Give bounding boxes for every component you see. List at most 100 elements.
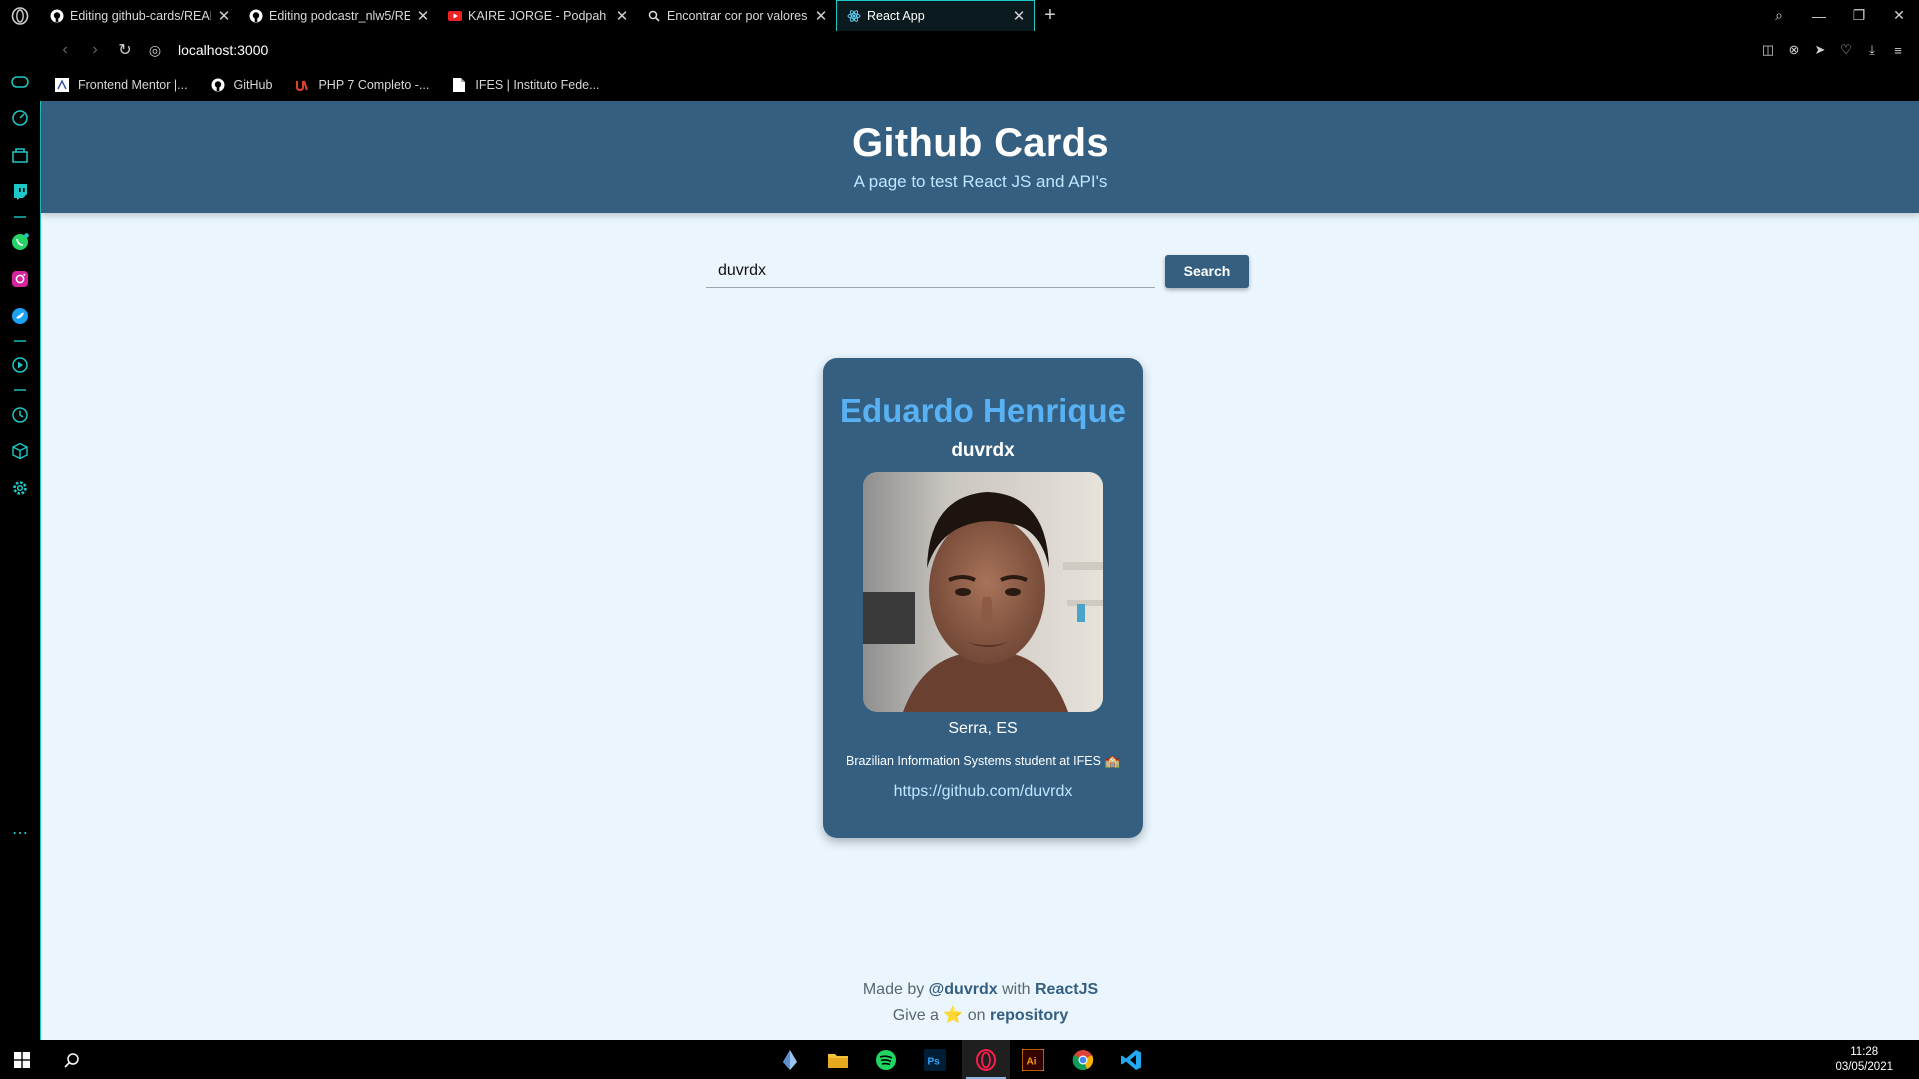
browser-tab[interactable]: Editing github-cards/READ ✕ — [40, 0, 239, 31]
tab-title: React App — [867, 9, 925, 23]
windows-taskbar: Ps Ai 11:28 03/05/2021 — [0, 1040, 1919, 1079]
bookmark-label: GitHub — [233, 78, 273, 92]
close-tab-icon[interactable]: ✕ — [615, 7, 629, 25]
opera-gx-icon[interactable] — [974, 1048, 998, 1072]
close-tab-icon[interactable]: ✕ — [814, 7, 828, 25]
opera-sidebar: ⋯ — [0, 31, 40, 1040]
globe-icon: ◎ — [148, 41, 162, 58]
player-icon[interactable] — [10, 355, 30, 375]
history-icon[interactable] — [10, 405, 30, 425]
settings-gear-icon[interactable] — [10, 478, 30, 498]
vscode-icon[interactable] — [1119, 1048, 1143, 1072]
spotify-icon[interactable] — [874, 1048, 898, 1072]
bookmark-php[interactable]: PHP 7 Completo -... — [294, 77, 429, 93]
browser-tab[interactable]: KAIRE JORGE - Podpah #10 ✕ — [438, 0, 637, 31]
url-field[interactable]: localhost:3000 — [178, 42, 268, 58]
bookmark-label: Frontend Mentor |... — [78, 78, 188, 92]
browser-tab[interactable]: Editing podcastr_nlw5/REA ✕ — [239, 0, 438, 31]
opera-menu-button[interactable] — [0, 0, 40, 31]
gaming-controller-icon[interactable] — [10, 72, 30, 92]
easy-setup-icon[interactable]: ≡ — [1885, 43, 1911, 58]
search-tabs-icon[interactable]: ⌕ — [1759, 7, 1799, 24]
reload-icon[interactable]: ↻ — [110, 40, 140, 60]
udemy-icon — [294, 77, 310, 93]
browser-tab-active[interactable]: React App ✕ — [836, 0, 1035, 31]
bookmark-github[interactable]: GitHub — [210, 77, 273, 93]
back-icon[interactable]: ‹ — [50, 41, 80, 59]
close-tab-icon[interactable]: ✕ — [217, 7, 231, 25]
send-icon[interactable]: ➤ — [1807, 42, 1833, 58]
user-name: Eduardo Henrique — [839, 392, 1127, 429]
heart-icon[interactable]: ♡ — [1833, 42, 1859, 58]
svg-text:Ai: Ai — [1027, 1057, 1037, 1068]
opera-logo-icon — [11, 6, 29, 25]
sidebar-separator — [14, 340, 26, 342]
bookmarks-bar: Frontend Mentor |... GitHub PHP 7 Comple… — [40, 69, 1919, 101]
search-button[interactable]: Search — [1165, 254, 1249, 288]
twitter-icon[interactable] — [10, 306, 30, 326]
close-tab-icon[interactable]: ✕ — [1012, 7, 1026, 25]
speed-dial-icon[interactable] — [10, 108, 30, 128]
site-header: Github Cards A page to test React JS and… — [41, 101, 1919, 213]
whatsapp-icon[interactable] — [10, 232, 30, 252]
reactjs-link[interactable]: ReactJS — [1035, 981, 1098, 998]
author-link[interactable]: @duvrdx — [929, 981, 998, 998]
tab-title: Editing podcastr_nlw5/REA — [269, 8, 410, 23]
bookmark-label: PHP 7 Completo -... — [318, 78, 430, 92]
user-bio: Brazilian Information Systems student at… — [823, 754, 1143, 769]
new-tab-button[interactable]: + — [1035, 0, 1065, 31]
address-bar: ‹ › ↻ ◎ localhost:3000 ◫ ⊗ ➤ ♡ ⤓ ≡ — [40, 31, 1919, 69]
forward-icon[interactable]: › — [80, 41, 110, 59]
twitch-icon[interactable] — [10, 182, 30, 202]
restore-icon[interactable]: ❐ — [1839, 7, 1879, 24]
close-window-icon[interactable]: ✕ — [1879, 7, 1919, 24]
more-dots-icon[interactable]: ⋯ — [10, 823, 30, 843]
sidebar-separator — [14, 216, 26, 218]
user-login: duvrdx — [951, 440, 1015, 461]
download-icon[interactable]: ⤓ — [1859, 42, 1885, 58]
browser-tab[interactable]: Encontrar cor por valores h ✕ — [637, 0, 836, 31]
tab-title: KAIRE JORGE - Podpah #10 — [468, 8, 609, 23]
minimize-icon[interactable]: — — [1799, 8, 1839, 24]
photoshop-icon[interactable]: Ps — [923, 1048, 947, 1072]
svg-text:Ps: Ps — [928, 1057, 941, 1068]
illustrator-icon[interactable]: Ai — [1021, 1048, 1045, 1072]
document-icon — [451, 77, 467, 93]
close-tab-icon[interactable]: ✕ — [416, 7, 430, 25]
clock-date: 03/05/2021 — [1835, 1061, 1893, 1073]
bookmark-ifes[interactable]: IFES | Instituto Fede... — [451, 77, 600, 93]
frontend-mentor-icon — [54, 77, 70, 93]
footer-give-star: Give a ⭐ on repository — [41, 1003, 1919, 1029]
avatar — [863, 472, 1103, 712]
instagram-icon[interactable] — [10, 269, 30, 289]
footer-text: Give a — [892, 1007, 939, 1024]
bookmark-frontend-mentor[interactable]: Frontend Mentor |... — [54, 77, 188, 93]
camera-icon[interactable]: ◫ — [1755, 42, 1781, 58]
user-github-link[interactable]: https://github.com/duvrdx — [823, 783, 1143, 801]
file-explorer-icon[interactable] — [826, 1048, 850, 1072]
adblock-icon[interactable]: ⊗ — [1781, 42, 1807, 58]
repository-link[interactable]: repository — [990, 1007, 1068, 1024]
page-title: Github Cards — [852, 121, 1109, 165]
page-footer: Made by @duvrdx with ReactJS Give a ⭐ on… — [41, 977, 1919, 1029]
tab-title: Encontrar cor por valores h — [667, 8, 808, 23]
star-icon: ⭐ — [943, 1007, 964, 1024]
github-icon — [249, 9, 263, 23]
system-clock[interactable]: 11:28 03/05/2021 — [1835, 1045, 1893, 1075]
search-form: Search — [706, 251, 1291, 291]
school-emoji-icon: 🏫 — [1104, 754, 1121, 768]
sidebar-separator — [14, 389, 26, 391]
footer-made-by: Made by @duvrdx with ReactJS — [41, 977, 1919, 1003]
bookmark-label: IFES | Instituto Fede... — [475, 78, 600, 92]
github-icon — [210, 77, 226, 93]
footer-text: on — [967, 1007, 986, 1024]
windows-start-icon[interactable] — [10, 1048, 34, 1072]
chrome-icon[interactable] — [1071, 1048, 1095, 1072]
search-icon[interactable] — [60, 1048, 84, 1072]
extensions-cube-icon[interactable] — [10, 441, 30, 461]
browser-tab-bar: Editing github-cards/READ ✕ Editing podc… — [0, 0, 1919, 31]
github-icon — [50, 9, 64, 23]
app-launcher-icon[interactable] — [778, 1048, 802, 1072]
search-input[interactable] — [706, 254, 1155, 288]
store-icon[interactable] — [10, 145, 30, 165]
